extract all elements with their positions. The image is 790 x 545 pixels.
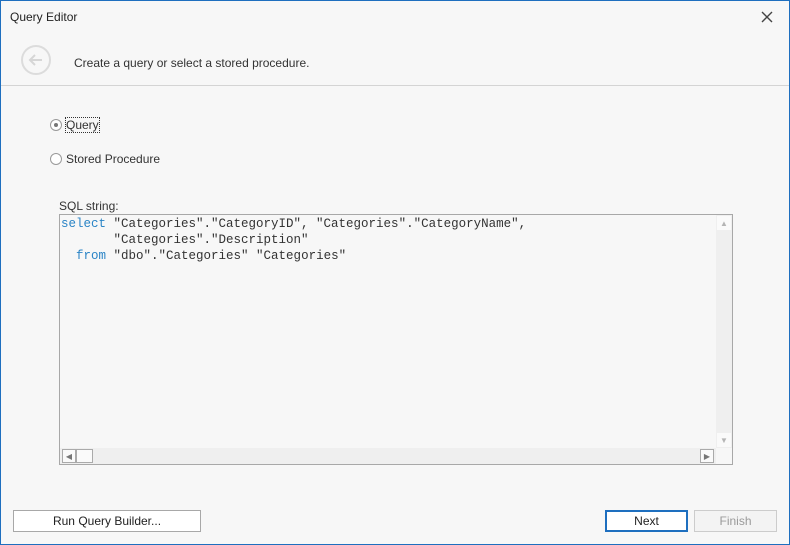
back-button[interactable] bbox=[21, 45, 51, 75]
close-icon bbox=[761, 11, 773, 23]
radio-circle-checked[interactable] bbox=[50, 119, 62, 131]
horizontal-scrollbar[interactable]: ◀ ▶ bbox=[60, 448, 716, 464]
run-query-builder-button[interactable]: Run Query Builder... bbox=[13, 510, 201, 532]
code-text: "Categories"."CategoryID", "Categories".… bbox=[106, 217, 527, 231]
window-title: Query Editor bbox=[10, 10, 78, 24]
radio-query[interactable]: Query bbox=[50, 117, 100, 133]
horizontal-scroll-thumb[interactable] bbox=[76, 449, 93, 463]
scroll-up-button[interactable]: ▲ bbox=[717, 216, 731, 230]
radio-circle[interactable] bbox=[50, 153, 62, 165]
scroll-right-button[interactable]: ▶ bbox=[700, 449, 714, 463]
sql-keyword: from bbox=[76, 249, 107, 263]
query-editor-window: Query Editor Create a query or select a … bbox=[0, 0, 790, 545]
code-line: "Categories"."Description" bbox=[61, 232, 526, 248]
back-arrow-icon bbox=[28, 54, 42, 66]
code-line: select "Categories"."CategoryID", "Categ… bbox=[61, 216, 526, 232]
sql-keyword: select bbox=[61, 217, 107, 231]
arrow-down-icon: ▼ bbox=[720, 435, 728, 445]
arrow-left-icon: ◀ bbox=[65, 451, 73, 461]
code-text: "Categories"."Description" bbox=[61, 233, 309, 247]
sql-string-label: SQL string: bbox=[59, 199, 119, 213]
sql-code[interactable]: select "Categories"."CategoryID", "Categ… bbox=[60, 216, 526, 264]
arrow-up-icon: ▲ bbox=[720, 218, 728, 228]
next-button[interactable]: Next bbox=[605, 510, 688, 532]
vertical-scrollbar[interactable]: ▲ ▼ bbox=[716, 215, 732, 448]
scroll-down-button[interactable]: ▼ bbox=[717, 433, 731, 447]
code-text: "dbo"."Categories" "Categories" bbox=[106, 249, 347, 263]
header-divider bbox=[1, 85, 789, 86]
radio-stored-procedure[interactable]: Stored Procedure bbox=[50, 152, 160, 166]
page-subtitle: Create a query or select a stored proced… bbox=[74, 56, 310, 70]
code-line: from "dbo"."Categories" "Categories" bbox=[61, 248, 526, 264]
scroll-left-button[interactable]: ◀ bbox=[62, 449, 76, 463]
arrow-right-icon: ▶ bbox=[703, 451, 711, 461]
sql-editor[interactable]: select "Categories"."CategoryID", "Categ… bbox=[59, 214, 733, 465]
close-button[interactable] bbox=[759, 9, 775, 25]
finish-button[interactable]: Finish bbox=[694, 510, 777, 532]
radio-query-label: Query bbox=[65, 117, 100, 133]
radio-stored-procedure-label: Stored Procedure bbox=[66, 152, 161, 166]
